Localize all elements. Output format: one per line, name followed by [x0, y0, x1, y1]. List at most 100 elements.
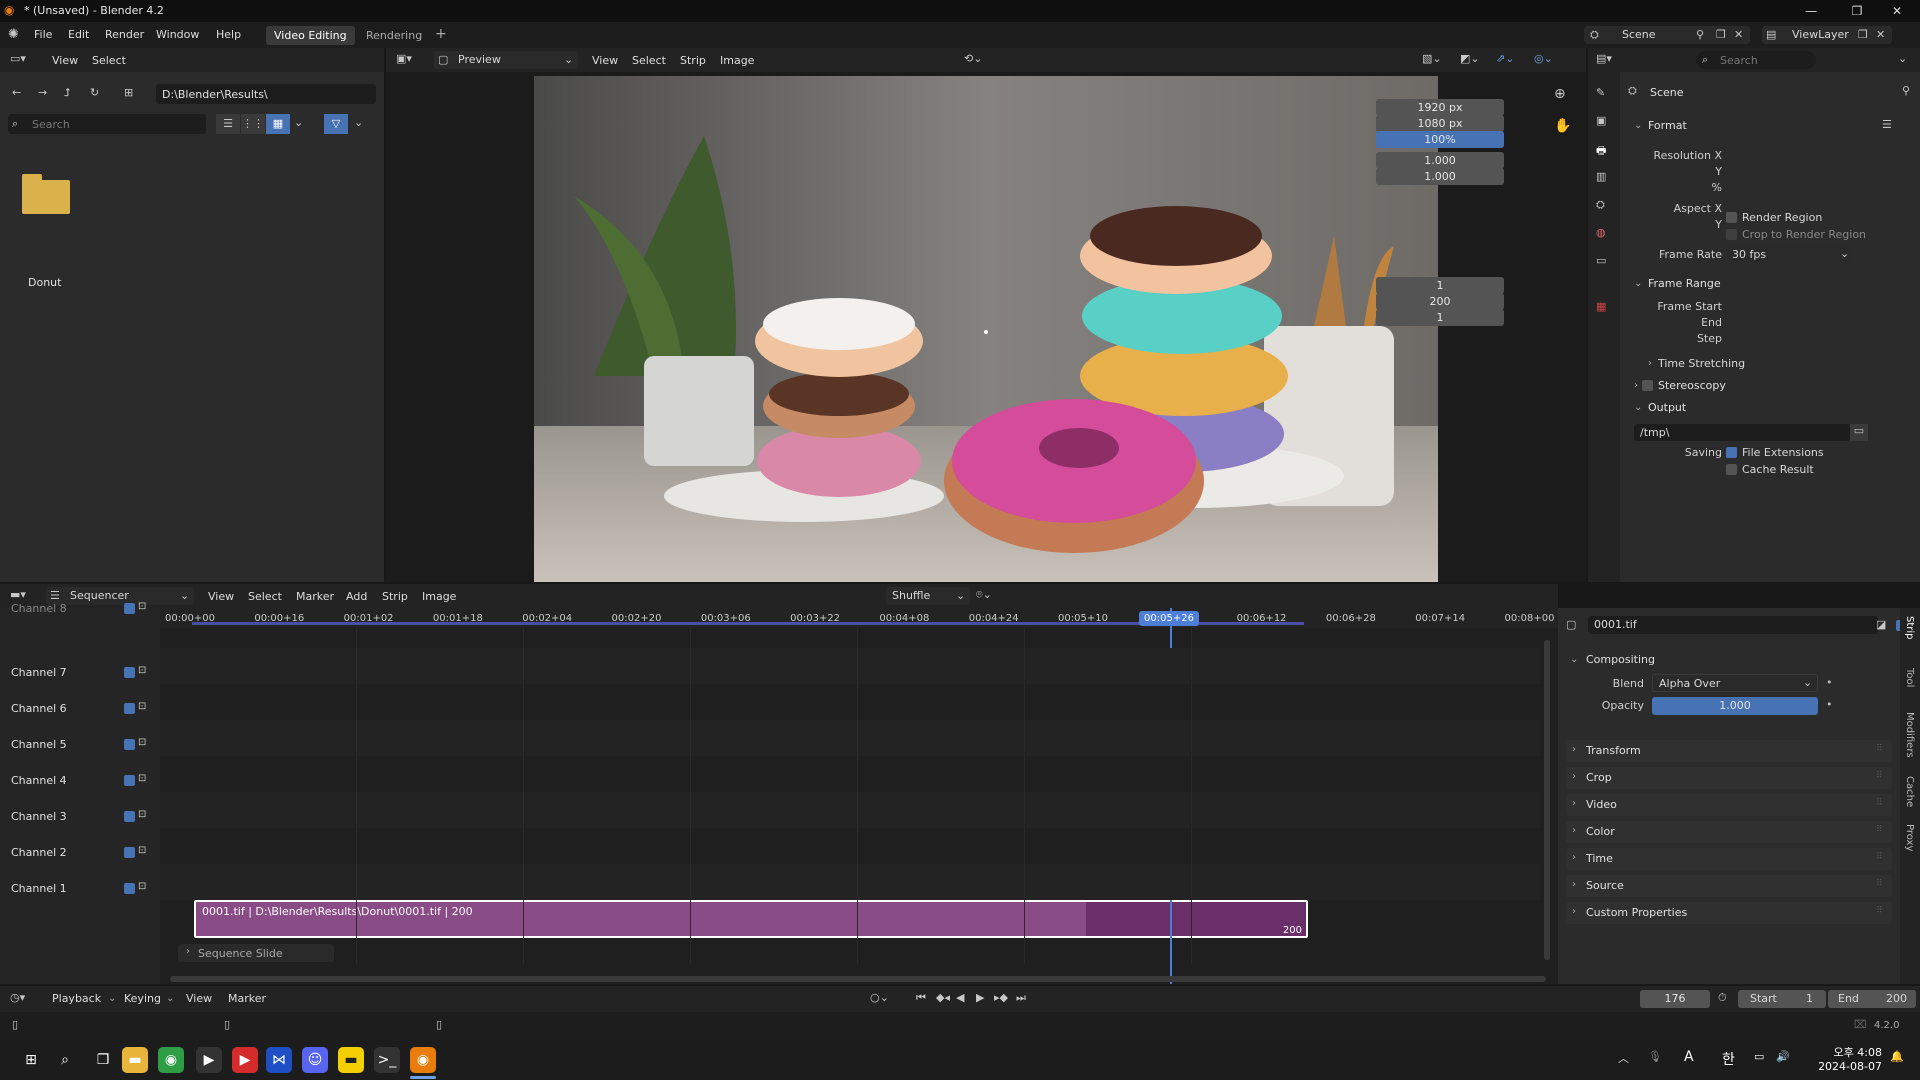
- filter-dropdown-icon[interactable]: ⌄: [354, 116, 363, 129]
- channels-icon[interactable]: ▧⌄: [1422, 52, 1442, 65]
- add-workspace-button[interactable]: +: [435, 26, 447, 42]
- chevron-down-icon[interactable]: ⌄: [1570, 654, 1578, 665]
- editor-type-icon[interactable]: ▣▾: [396, 52, 412, 65]
- sidebar-tab-modifiers[interactable]: Modifiers: [1904, 712, 1915, 758]
- current-time-badge[interactable]: 00:05+26: [1139, 611, 1199, 626]
- view-type-dropdown[interactable]: ▢ Preview ⌄: [434, 51, 578, 69]
- channel-label[interactable]: Channel 5: [11, 738, 67, 751]
- channel-mute-checkbox[interactable]: [124, 739, 135, 750]
- lock-icon[interactable]: ⊡: [138, 665, 146, 676]
- lock-icon[interactable]: ⊡: [138, 881, 146, 892]
- pivot-icon[interactable]: ⟲⌄: [964, 52, 982, 65]
- blender-icon[interactable]: ◉: [410, 1047, 436, 1073]
- menu-render[interactable]: Render: [105, 28, 144, 41]
- file-item-donut[interactable]: Donut: [20, 166, 72, 289]
- channel-label[interactable]: Channel 4: [11, 774, 67, 787]
- current-frame-field[interactable]: 176: [1640, 990, 1710, 1008]
- overlap-mode-dropdown[interactable]: Shuffle ⌄: [886, 587, 970, 605]
- menu-marker[interactable]: Marker: [296, 590, 334, 603]
- drag-handle-icon[interactable]: ⠿: [1876, 744, 1883, 754]
- output-path-field[interactable]: /tmp\: [1634, 424, 1850, 441]
- sequencer-type-dropdown[interactable]: ☰ Sequencer ⌄: [46, 587, 194, 605]
- windows-icon[interactable]: ⊞: [18, 1047, 44, 1073]
- prev-keyframe-icon[interactable]: ◆◂: [936, 991, 950, 1004]
- scene-selector[interactable]: ⛭ Scene ⚲ ❐ ✕: [1584, 26, 1750, 44]
- record-icon[interactable]: ○⌄: [870, 991, 889, 1004]
- drag-handle-icon[interactable]: ⠿: [1876, 852, 1883, 862]
- microphone-icon[interactable]: 🎙: [1648, 1050, 1662, 1063]
- drag-handle-icon[interactable]: ⠿: [1876, 906, 1883, 916]
- play-reverse-icon[interactable]: ◀: [956, 991, 964, 1004]
- channel-label[interactable]: Channel 1: [11, 882, 67, 895]
- chevron-down-icon[interactable]: ⌄: [1898, 52, 1907, 65]
- channel-mute-checkbox[interactable]: [124, 811, 135, 822]
- menu-window[interactable]: Window: [156, 28, 199, 41]
- explorer-icon[interactable]: ▬: [122, 1047, 148, 1073]
- play-icon[interactable]: ▶: [976, 991, 984, 1004]
- path-field[interactable]: D:\Blender\Results\: [156, 84, 376, 104]
- pin-icon[interactable]: ⚲: [1696, 26, 1704, 44]
- refresh-icon[interactable]: ↻: [90, 86, 99, 99]
- remove-scene-icon[interactable]: ✕: [1734, 26, 1743, 44]
- ime-hangul-indicator[interactable]: 한: [1722, 1049, 1735, 1069]
- menu-add[interactable]: Add: [346, 590, 367, 603]
- file-search-input[interactable]: ⌕ Search: [8, 114, 206, 134]
- chevron-down-icon[interactable]: ⌄: [1634, 120, 1642, 131]
- workspace-tab-video-editing[interactable]: Video Editing: [266, 26, 355, 45]
- zoom-icon[interactable]: ⊕: [1554, 86, 1566, 102]
- forward-icon[interactable]: →: [38, 86, 47, 99]
- menu-help[interactable]: Help: [216, 28, 241, 41]
- panel-crop[interactable]: [1566, 767, 1892, 789]
- collection-tab-icon[interactable]: ▭: [1596, 254, 1606, 267]
- chevron-down-icon[interactable]: ⌄: [1634, 278, 1642, 289]
- editor-type-icon[interactable]: ◷▾: [10, 991, 25, 1004]
- menu-select[interactable]: Select: [248, 590, 282, 603]
- drag-handle-icon[interactable]: ⠿: [1876, 825, 1883, 835]
- menu-select[interactable]: Select: [632, 54, 666, 67]
- resolution-percent-field[interactable]: 100%: [1376, 131, 1504, 148]
- taskview-icon[interactable]: ❐: [90, 1047, 116, 1073]
- clock-time[interactable]: 오후 4:08: [1818, 1044, 1882, 1060]
- channel-mute-checkbox[interactable]: [124, 667, 135, 678]
- channel-mute-checkbox[interactable]: [124, 883, 135, 894]
- sidebar-tab-tool[interactable]: Tool: [1904, 668, 1915, 687]
- start-frame-field[interactable]: Start 1: [1738, 990, 1826, 1008]
- aspect-x-field[interactable]: 1.000: [1376, 152, 1504, 169]
- channel-mute-checkbox[interactable]: [124, 603, 135, 614]
- hand-icon[interactable]: ✋: [1554, 118, 1571, 134]
- frame-end-field[interactable]: 200: [1376, 293, 1504, 310]
- resolution-y-field[interactable]: 1080 px: [1376, 115, 1504, 132]
- view-layer-selector[interactable]: ▤ ViewLayer ❐ ✕: [1762, 26, 1892, 44]
- terminal-icon[interactable]: >_: [374, 1047, 400, 1073]
- menu-select[interactable]: Select: [92, 54, 126, 67]
- menu-keying[interactable]: Keying: [124, 992, 161, 1005]
- lock-icon[interactable]: ⊡: [138, 737, 146, 748]
- blender-menu-icon[interactable]: ✺: [8, 27, 19, 42]
- cache-result-checkbox[interactable]: [1726, 464, 1737, 475]
- remove-view-layer-icon[interactable]: ✕: [1876, 26, 1885, 44]
- menu-image[interactable]: Image: [720, 54, 754, 67]
- menu-view[interactable]: View: [592, 54, 618, 67]
- drag-handle-icon[interactable]: ⠿: [1876, 798, 1883, 808]
- channel-label[interactable]: Channel 2: [11, 846, 67, 859]
- image-strip[interactable]: 0001.tif | D:\Blender\Results\Donut\0001…: [194, 900, 1308, 938]
- menu-view[interactable]: View: [208, 590, 234, 603]
- presets-icon[interactable]: ☰: [1882, 118, 1892, 131]
- tool-tab-icon[interactable]: ✎: [1596, 86, 1605, 99]
- menu-marker[interactable]: Marker: [228, 992, 266, 1005]
- back-icon[interactable]: ←: [12, 86, 21, 99]
- output-tab-icon[interactable]: 🖶: [1596, 142, 1606, 161]
- menu-edit[interactable]: Edit: [68, 28, 89, 41]
- channel-label[interactable]: Channel 6: [11, 702, 67, 715]
- channel-mute-checkbox[interactable]: [124, 703, 135, 714]
- thumbnails-icon[interactable]: ▦: [266, 114, 290, 134]
- frame-range-panel-title[interactable]: Frame Range: [1648, 277, 1721, 290]
- aspect-y-field[interactable]: 1.000: [1376, 168, 1504, 185]
- frame-step-field[interactable]: 1: [1376, 309, 1504, 326]
- scene-tab-icon[interactable]: ⛭: [1596, 198, 1605, 212]
- menu-view[interactable]: View: [52, 54, 78, 67]
- jump-start-icon[interactable]: ⏮: [916, 991, 926, 1005]
- notification-bell-icon[interactable]: 🔔: [1890, 1050, 1904, 1063]
- menu-playback[interactable]: Playback: [52, 992, 101, 1005]
- display-dropdown-icon[interactable]: ⌄: [294, 116, 303, 129]
